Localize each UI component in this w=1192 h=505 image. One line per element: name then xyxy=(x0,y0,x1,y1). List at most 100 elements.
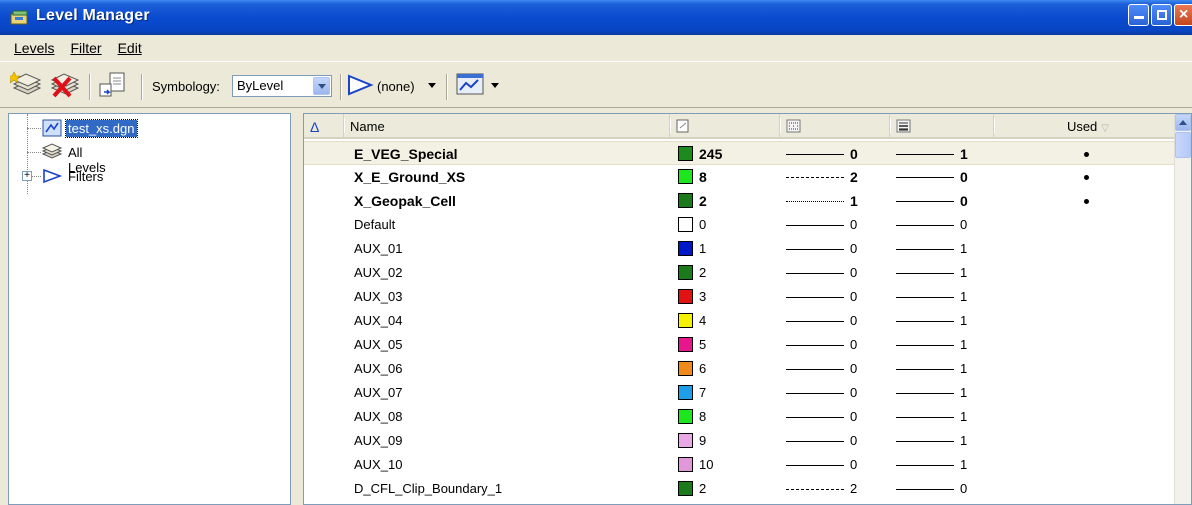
level-style-value: 0 xyxy=(850,217,858,232)
color-swatch[interactable] xyxy=(678,385,693,400)
level-tree[interactable]: test_xs.dgn All Levels + Filters xyxy=(8,113,291,505)
delete-level-icon[interactable] xyxy=(48,70,82,100)
color-swatch[interactable] xyxy=(678,409,693,424)
color-swatch[interactable] xyxy=(678,217,693,232)
level-row[interactable]: AUX_04 4 0 1 xyxy=(304,309,1176,333)
level-row[interactable]: D_CFL_Clip_Boundary_1 2 2 0 xyxy=(304,477,1176,501)
level-style-value: 0 xyxy=(850,409,858,424)
level-weight-value: 1 xyxy=(960,385,968,400)
title-bar[interactable]: Level Manager × xyxy=(0,0,1192,35)
level-row[interactable]: E_VEG_Special 245 0 1 xyxy=(304,141,1176,165)
scroll-thumb[interactable] xyxy=(1175,132,1191,158)
toolbar: Symbology: ByLevel (none) xyxy=(0,61,1192,108)
color-swatch[interactable] xyxy=(678,193,693,208)
level-name: AUX_07 xyxy=(354,385,403,400)
color-swatch[interactable] xyxy=(678,433,693,448)
level-name: AUX_10 xyxy=(354,457,403,472)
line-style-sample xyxy=(786,345,844,346)
level-color-value: 4 xyxy=(699,313,707,328)
level-style-value: 0 xyxy=(850,385,858,400)
column-header-weight[interactable] xyxy=(890,114,995,139)
level-style-value: 0 xyxy=(850,337,858,352)
level-row[interactable]: AUX_02 2 0 1 xyxy=(304,261,1176,285)
level-name: AUX_06 xyxy=(354,361,403,376)
color-swatch[interactable] xyxy=(678,146,693,161)
column-header-style[interactable] xyxy=(780,114,891,139)
chevron-down-icon[interactable] xyxy=(313,77,330,95)
level-row[interactable]: AUX_01 1 0 1 xyxy=(304,237,1176,261)
minimize-button[interactable] xyxy=(1128,4,1149,26)
tree-item-label: test_xs.dgn xyxy=(65,119,138,138)
import-export-icon[interactable] xyxy=(96,70,130,100)
close-icon: × xyxy=(1179,6,1189,23)
level-row[interactable]: AUX_03 3 0 1 xyxy=(304,285,1176,309)
level-weight-value: 1 xyxy=(960,361,968,376)
line-style-sample xyxy=(786,417,844,418)
filter-dropdown-arrow-icon[interactable] xyxy=(428,83,436,88)
level-row[interactable]: AUX_10 10 0 1 xyxy=(304,453,1176,477)
filter-icon[interactable] xyxy=(346,70,374,100)
color-swatch[interactable] xyxy=(678,313,693,328)
levels-stack-icon xyxy=(41,143,63,159)
level-style-value: 0 xyxy=(850,457,858,472)
line-weight-sample xyxy=(896,345,954,346)
level-row[interactable]: Default 0 0 0 xyxy=(304,213,1176,237)
level-name: E_VEG_Special xyxy=(354,146,458,162)
color-swatch[interactable] xyxy=(678,337,693,352)
vertical-scrollbar[interactable] xyxy=(1174,114,1191,504)
line-weight-sample xyxy=(896,249,954,250)
line-weight-column-icon xyxy=(896,119,911,133)
expand-icon[interactable]: + xyxy=(22,171,32,181)
level-row[interactable]: X_Geopak_Cell 2 1 0 xyxy=(304,189,1176,213)
window-controls: × xyxy=(1128,4,1192,30)
level-row[interactable]: D_CFL_Clip_Boundary_2300 xyxy=(304,501,1176,504)
new-level-icon[interactable] xyxy=(10,70,44,100)
close-button[interactable]: × xyxy=(1174,4,1192,26)
pane-splitter[interactable] xyxy=(291,113,303,505)
level-row[interactable]: AUX_05 5 0 1 xyxy=(304,333,1176,357)
line-style-sample xyxy=(786,273,844,274)
color-swatch[interactable] xyxy=(678,481,693,496)
level-row[interactable]: X_E_Ground_XS 8 2 0 xyxy=(304,165,1176,189)
color-swatch[interactable] xyxy=(678,169,693,184)
line-style-sample xyxy=(786,465,844,466)
color-swatch[interactable] xyxy=(678,265,693,280)
level-style-value: 0 xyxy=(850,313,858,328)
column-header-used[interactable]: Used ▽ xyxy=(994,114,1177,139)
level-style-value: 0 xyxy=(850,265,858,280)
color-swatch[interactable] xyxy=(678,361,693,376)
menu-filter[interactable]: Filter xyxy=(62,40,109,56)
color-swatch[interactable] xyxy=(678,457,693,472)
level-style-value: 0 xyxy=(850,289,858,304)
level-row[interactable]: AUX_07 7 0 1 xyxy=(304,381,1176,405)
tree-connector-line xyxy=(27,128,41,129)
column-header-name[interactable]: Name xyxy=(344,114,671,139)
level-row[interactable]: AUX_08 8 0 1 xyxy=(304,405,1176,429)
line-weight-sample xyxy=(896,489,954,490)
level-row[interactable]: AUX_09 9 0 1 xyxy=(304,429,1176,453)
color-column-icon xyxy=(676,119,689,133)
line-weight-sample xyxy=(896,297,954,298)
maximize-button[interactable] xyxy=(1151,4,1172,26)
filter-icon xyxy=(43,168,63,184)
column-header-color[interactable] xyxy=(670,114,781,139)
display-settings-arrow-icon[interactable] xyxy=(491,83,499,88)
column-header-sort[interactable]: Δ xyxy=(304,114,345,139)
level-weight-value: 0 xyxy=(960,217,968,232)
level-name: AUX_09 xyxy=(354,433,403,448)
line-style-sample xyxy=(786,441,844,442)
level-weight-value: 0 xyxy=(960,193,968,209)
symbology-dropdown[interactable]: ByLevel xyxy=(232,75,332,97)
used-indicator-icon xyxy=(1084,175,1089,180)
minimize-icon xyxy=(1134,8,1144,19)
scroll-up-icon[interactable] xyxy=(1175,114,1191,131)
level-style-value: 2 xyxy=(850,169,858,185)
filter-dropdown[interactable]: (none) xyxy=(377,79,415,94)
level-row[interactable]: AUX_06 6 0 1 xyxy=(304,357,1176,381)
color-swatch[interactable] xyxy=(678,289,693,304)
display-settings-icon[interactable] xyxy=(454,70,486,100)
color-swatch[interactable] xyxy=(678,241,693,256)
menu-levels[interactable]: Levels xyxy=(6,40,62,56)
menu-edit[interactable]: Edit xyxy=(110,40,150,56)
level-name: Default xyxy=(354,217,396,232)
